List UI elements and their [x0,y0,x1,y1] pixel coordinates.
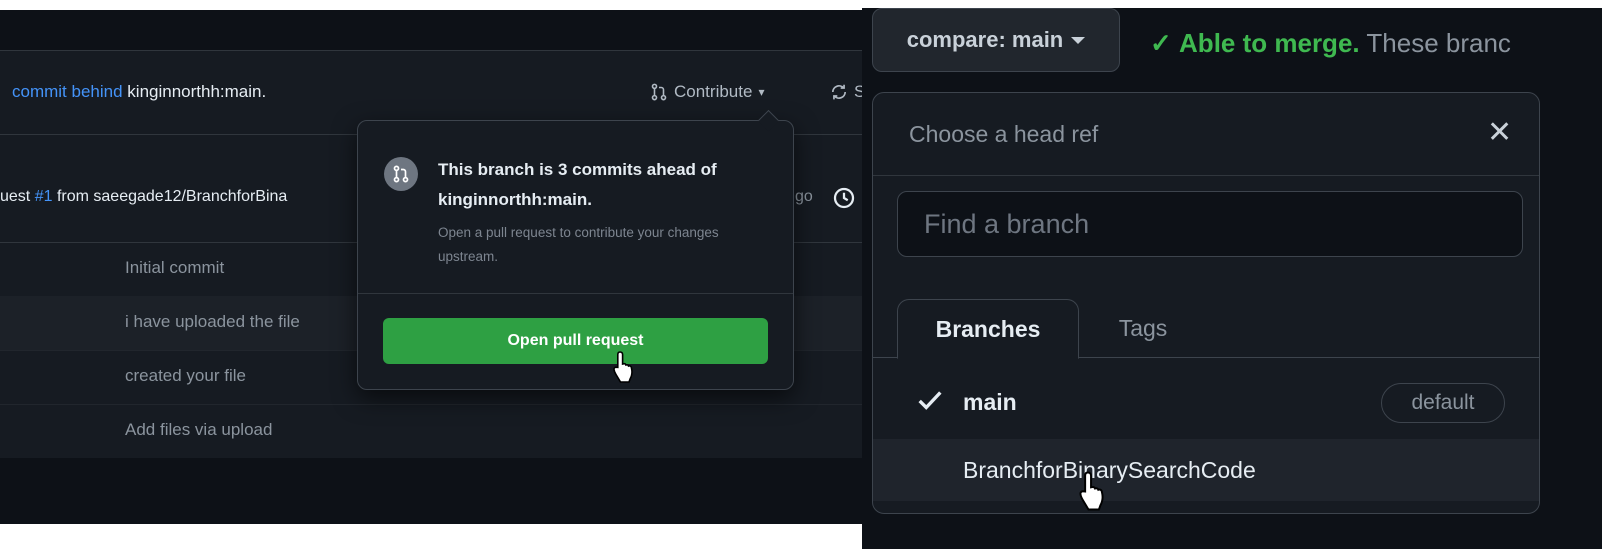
default-badge: default [1381,383,1505,423]
divider [873,175,1539,176]
branch-search-input[interactable]: Find a branch [897,191,1523,257]
check-icon [918,391,942,410]
contribute-popover: This branch is 3 commits ahead of kingin… [357,109,794,390]
pr-link[interactable]: #1 [35,188,53,205]
divider [358,293,793,294]
dropdown-title: Choose a head ref [909,121,1099,147]
git-pull-request-icon [651,83,667,101]
file-commit-message[interactable]: Add files via upload [125,420,272,440]
chevron-down-icon: ▾ [758,85,765,99]
check-icon: ✓ [1150,28,1172,58]
sync-icon [831,84,847,100]
hand-cursor-icon [1079,471,1104,511]
top-margin [0,0,880,10]
branch-item-binarysearch[interactable]: BranchforBinarySearchCode [873,439,1539,501]
git-pull-request-icon [384,157,418,191]
file-list-footer [0,458,880,524]
popover-description: Open a pull request to contribute your c… [438,225,719,264]
compare-label: compare: main [906,27,1064,52]
open-pull-request-button[interactable]: Open pull request [383,318,768,364]
commit-source: from saeegade12/BranchforBina [56,188,288,205]
branch-name: main [963,389,1017,415]
merge-status: ✓ Able to merge. These branc [1150,28,1511,59]
commit-behind-link[interactable]: commit behind [12,82,123,101]
able-to-merge-text: Able to merge. [1179,28,1360,58]
file-commit-message[interactable]: i have uploaded the file [125,312,300,332]
branch-behind-text: commit behind kinginnorthh:main. [12,82,266,102]
repo-header-band [0,10,880,51]
branch-item-main[interactable]: main default [873,371,1539,433]
head-ref-dropdown: Choose a head ref ✕ Find a branch Branch… [872,92,1540,514]
caret-down-icon [1071,36,1086,44]
contribute-button[interactable]: Contribute ▾ [650,82,764,102]
merge-status-detail: These branc [1366,28,1511,58]
top-margin [862,0,1602,8]
close-icon[interactable]: ✕ [1487,115,1512,150]
file-commit-message[interactable]: created your file [125,366,246,386]
ref-tabs: Branches Tags [873,291,1539,359]
compare-branch-button[interactable]: compare: main [872,8,1120,72]
file-row[interactable]: Add files via upload [0,404,880,459]
tab-branches[interactable]: Branches [897,299,1079,359]
file-commit-message[interactable]: Initial commit [125,258,224,278]
history-icon[interactable] [832,186,856,210]
hand-cursor-icon [613,351,633,383]
contribute-label: Contribute [674,82,753,101]
popover-title: This branch is 3 commits ahead of kingin… [438,160,717,209]
repo-panel: commit behind kinginnorthh:main. Contrib… [0,0,880,524]
latest-commit-message[interactable]: uest #1 from saeegade12/BranchforBina [0,188,287,206]
tab-tags[interactable]: Tags [1083,299,1203,357]
commit-prefix: uest [0,188,31,205]
commit-time: go [795,188,813,205]
upstream-ref: kinginnorthh:main. [127,82,267,101]
compare-panel: compare: main ✓ Able to merge. These bra… [862,0,1602,549]
